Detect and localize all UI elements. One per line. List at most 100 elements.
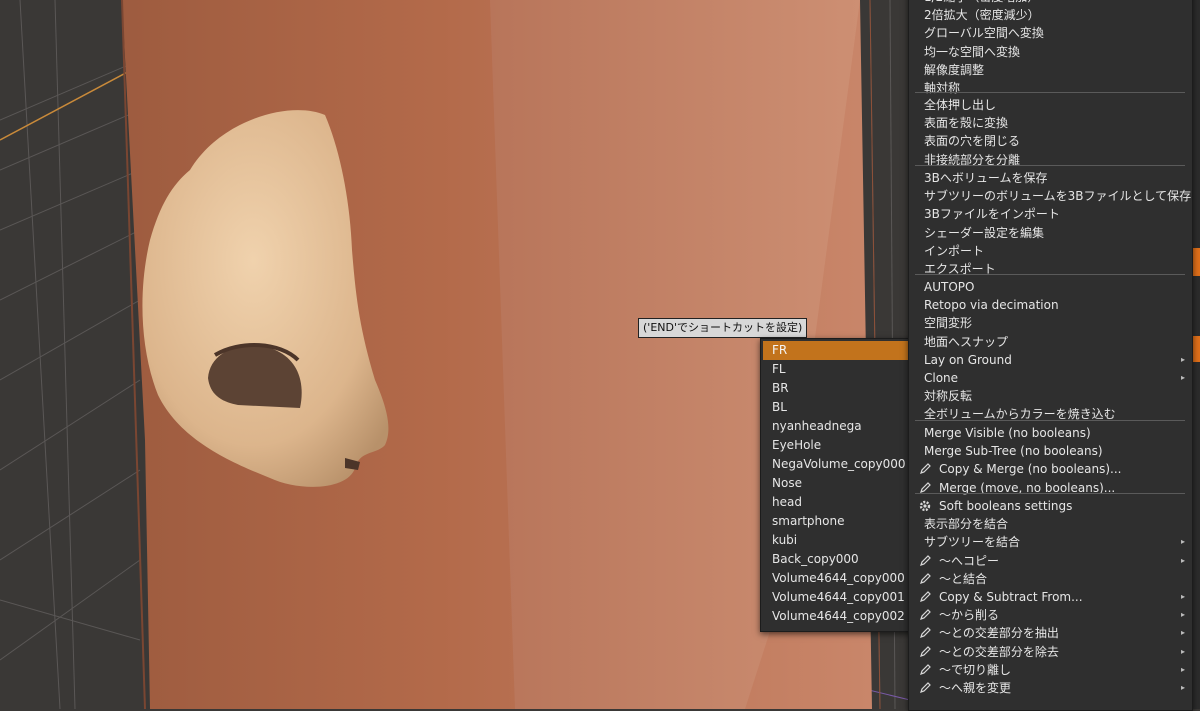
menu-item-label: インポート bbox=[924, 243, 985, 258]
submenu-item[interactable]: head bbox=[763, 493, 915, 512]
menu-item[interactable]: Copy & Merge (no booleans)... bbox=[909, 460, 1192, 478]
menu-item-label: 全体押し出し bbox=[924, 98, 997, 112]
menu-item[interactable]: 表面を殻に変換 bbox=[909, 114, 1192, 132]
menu-item-label: ～と結合 bbox=[939, 571, 988, 586]
menu-item[interactable]: Lay on Ground ▸ bbox=[909, 351, 1192, 369]
menu-item[interactable]: ～で切り離し ▸ bbox=[909, 661, 1192, 679]
submenu-item[interactable]: nyanheadnega bbox=[763, 417, 915, 436]
submenu-item-label: FR bbox=[772, 343, 788, 357]
menu-item-label: グローバル空間へ変換 bbox=[924, 26, 1044, 41]
menu-item[interactable]: 地面へスナップ bbox=[909, 333, 1192, 351]
menu-item[interactable]: 全体押し出し bbox=[909, 96, 1192, 114]
menu-item[interactable]: 均一な空間へ変換 bbox=[909, 43, 1192, 61]
submenu-item[interactable]: FL bbox=[763, 360, 915, 379]
submenu-arrow-icon: ▸ bbox=[1180, 610, 1185, 620]
menu-item[interactable]: 3Bファイルをインポート bbox=[909, 205, 1192, 223]
menu-item[interactable]: Soft booleans settings bbox=[909, 497, 1192, 515]
menu-item[interactable]: ～と結合 bbox=[909, 570, 1192, 588]
menu-separator bbox=[915, 420, 1185, 421]
submenu-arrow-icon: ▸ bbox=[1180, 555, 1185, 565]
pencil-icon bbox=[918, 608, 932, 622]
menu-item[interactable]: サブツリーのボリュームを3Bファイルとして保存 bbox=[909, 187, 1192, 205]
menu-item-label: 表示部分を結合 bbox=[924, 517, 1009, 532]
pencil-icon bbox=[918, 645, 932, 659]
submenu-item-label: smartphone bbox=[772, 514, 845, 528]
submenu-arrow-icon: ▸ bbox=[1180, 628, 1185, 638]
menu-item[interactable]: 2倍拡大（密度減少） bbox=[909, 6, 1192, 24]
menu-separator bbox=[915, 92, 1185, 93]
pencil-icon bbox=[918, 681, 932, 695]
menu-item[interactable]: 対称反転 bbox=[909, 387, 1192, 405]
menu-item[interactable]: エクスポート bbox=[909, 260, 1192, 278]
menu-item[interactable]: 軸対称 bbox=[909, 79, 1192, 97]
menu-item-label: Lay on Ground bbox=[924, 352, 1012, 367]
submenu-item[interactable]: FR bbox=[763, 341, 915, 360]
menu-item[interactable]: 3Bへボリュームを保存 bbox=[909, 169, 1192, 187]
submenu-item[interactable]: Back_copy000 bbox=[763, 550, 915, 569]
submenu-item-label: Volume4644_copy000 bbox=[772, 571, 905, 585]
menu-item[interactable]: ～へ親を変更 ▸ bbox=[909, 679, 1192, 697]
menu-item-label: 2倍拡大（密度減少） bbox=[924, 8, 1040, 23]
submenu-item-label: Back_copy000 bbox=[772, 552, 859, 566]
submenu-item-label: EyeHole bbox=[772, 438, 822, 452]
submenu-item[interactable]: NegaVolume_copy000 bbox=[763, 455, 915, 474]
submenu-item[interactable]: BL bbox=[763, 398, 915, 417]
submenu-item-label: Volume4644_copy001 bbox=[772, 590, 905, 604]
pencil-icon bbox=[918, 462, 932, 476]
submenu-item[interactable]: Nose bbox=[763, 474, 915, 493]
menu-item[interactable]: Clone ▸ bbox=[909, 369, 1192, 387]
menu-item-label: Copy & Subtract From... bbox=[939, 590, 1083, 604]
submenu-item[interactable]: smartphone bbox=[763, 512, 915, 531]
submenu-item-label: BL bbox=[772, 400, 787, 414]
menu-item[interactable]: 解像度調整 bbox=[909, 61, 1192, 79]
submenu-item[interactable]: BR bbox=[763, 379, 915, 398]
menu-item-label: サブツリーを結合 bbox=[924, 535, 1021, 550]
submenu-item[interactable]: Volume4644_copy000 bbox=[763, 569, 915, 588]
menu-item[interactable]: AUTOPO bbox=[909, 278, 1192, 296]
submenu-item[interactable]: Volume4644_copy001 bbox=[763, 588, 915, 607]
menu-item[interactable]: Merge Sub-Tree (no booleans) bbox=[909, 442, 1192, 460]
menu-item[interactable]: 表示部分を結合 bbox=[909, 515, 1192, 533]
menu-item[interactable]: ～へコピー ▸ bbox=[909, 552, 1192, 570]
menu-item-label: Merge Visible (no booleans) bbox=[924, 426, 1091, 440]
menu-item-label: 空間変形 bbox=[924, 316, 973, 331]
menu-item-label: 1/2縮小（密度増加） bbox=[924, 0, 1039, 6]
submenu-item-label: nyanheadnega bbox=[772, 419, 862, 433]
menu-item-label: Retopo via decimation bbox=[924, 298, 1059, 313]
menu-item-label: AUTOPO bbox=[924, 280, 975, 294]
menu-item[interactable]: 空間変形 bbox=[909, 314, 1192, 332]
menu-item[interactable]: ～との交差部分を抽出 ▸ bbox=[909, 624, 1192, 642]
submenu-item[interactable]: Volume4644_copy002 bbox=[763, 607, 915, 626]
menu-item[interactable]: シェーダー設定を編集 bbox=[909, 224, 1192, 242]
pencil-icon bbox=[918, 626, 932, 640]
submenu-arrow-icon: ▸ bbox=[1180, 537, 1185, 547]
panel-tab-orange[interactable] bbox=[1193, 248, 1200, 276]
submenu-item-label: head bbox=[772, 495, 802, 509]
volume-submenu: FR FL BR BL nyanheadnega EyeHole NegaVolume_co… bbox=[760, 338, 919, 632]
submenu-item-label: Volume4644_copy002 bbox=[772, 609, 905, 623]
menu-item-label: 表面の穴を閉じる bbox=[924, 134, 1021, 149]
menu-item-label: 地面へスナップ bbox=[924, 334, 1009, 349]
menu-item-label: 均一な空間へ変換 bbox=[924, 44, 1021, 59]
submenu-item-label: NegaVolume_copy000 bbox=[772, 457, 906, 471]
submenu-item-label: FL bbox=[772, 362, 786, 376]
menu-item[interactable]: ～から削る ▸ bbox=[909, 606, 1192, 624]
menu-item[interactable]: Merge Visible (no booleans) bbox=[909, 424, 1192, 442]
menu-item[interactable]: 1/2縮小（密度増加） bbox=[909, 0, 1192, 6]
submenu-item[interactable]: kubi bbox=[763, 531, 915, 550]
submenu-arrow-icon: ▸ bbox=[1180, 683, 1185, 692]
menu-item[interactable]: サブツリーを結合 ▸ bbox=[909, 533, 1192, 551]
submenu-arrow-icon: ▸ bbox=[1180, 592, 1185, 601]
submenu-arrow-icon: ▸ bbox=[1180, 373, 1185, 382]
menu-item[interactable]: グローバル空間へ変換 bbox=[909, 24, 1192, 42]
menu-item[interactable]: インポート bbox=[909, 242, 1192, 260]
panel-tab-orange-2[interactable] bbox=[1193, 336, 1200, 362]
menu-item[interactable]: 表面の穴を閉じる bbox=[909, 132, 1192, 150]
menu-item[interactable]: ～との交差部分を除去 ▸ bbox=[909, 643, 1192, 661]
menu-item[interactable]: Retopo via decimation bbox=[909, 296, 1192, 314]
pencil-icon bbox=[918, 590, 932, 604]
submenu-item[interactable]: EyeHole bbox=[763, 436, 915, 455]
menu-item[interactable]: Copy & Subtract From... ▸ bbox=[909, 588, 1192, 606]
submenu-arrow-icon: ▸ bbox=[1180, 354, 1185, 364]
menu-item-label: ～へ親を変更 bbox=[939, 681, 1012, 695]
